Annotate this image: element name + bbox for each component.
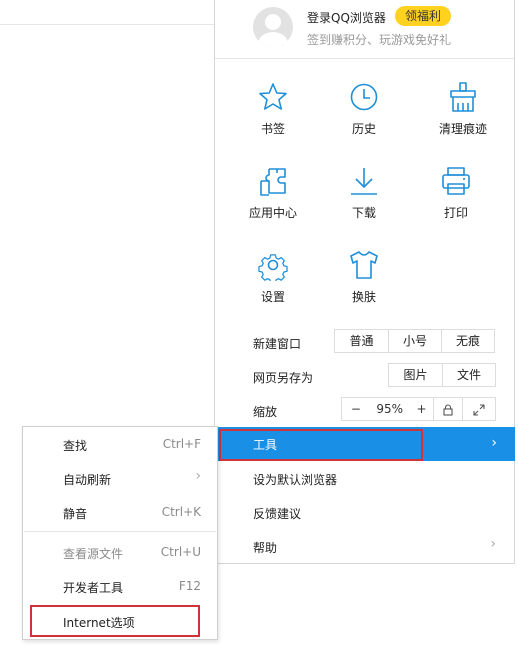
- annotation-highlight-box: [30, 605, 200, 637]
- history-label: 历史: [351, 122, 376, 136]
- print-button[interactable]: 打印: [416, 165, 496, 221]
- avatar[interactable]: [253, 7, 293, 47]
- chevron-right-icon: ›: [490, 536, 496, 552]
- settings-button[interactable]: 设置: [233, 249, 313, 305]
- submenu-item-find[interactable]: 查找: [63, 437, 87, 454]
- zoom-control: − 95% +: [341, 397, 496, 421]
- new-window-normal-button[interactable]: 普通: [335, 330, 388, 352]
- shortcut-find: Ctrl+F: [162, 437, 201, 451]
- shortcut-developer-tools: F12: [178, 579, 201, 593]
- skin-button[interactable]: 换肤: [324, 249, 404, 305]
- annotation-highlight-box: [219, 429, 423, 461]
- zoom-lock-button[interactable]: [433, 398, 462, 420]
- print-label: 打印: [443, 206, 468, 220]
- zoom-label: 缩放: [253, 405, 278, 419]
- submenu-divider: [24, 531, 216, 532]
- printer-icon: [442, 167, 470, 195]
- page-divider: [0, 24, 215, 25]
- history-button[interactable]: 历史: [324, 81, 404, 137]
- new-window-label: 新建窗口: [253, 337, 302, 351]
- settings-label: 设置: [260, 290, 285, 304]
- menu-item-default-browser[interactable]: 设为默认浏览器: [253, 471, 337, 488]
- welfare-badge-button[interactable]: 领福利: [395, 6, 452, 26]
- fullscreen-button[interactable]: [462, 398, 495, 420]
- puzzle-icon: [260, 168, 286, 196]
- shortcut-mute: Ctrl+K: [161, 505, 201, 519]
- gear-icon: [258, 254, 288, 281]
- chevron-right-icon: ›: [195, 468, 201, 484]
- tools-submenu: 查找 Ctrl+F 自动刷新 › 静音 Ctrl+K 查看源文件 Ctrl+U …: [22, 426, 218, 640]
- shortcut-view-source: Ctrl+U: [160, 545, 201, 559]
- clear-traces-button[interactable]: 清理痕迹: [423, 81, 503, 137]
- menu-item-feedback[interactable]: 反馈建议: [253, 505, 301, 522]
- login-link[interactable]: 登录QQ浏览器: [307, 9, 386, 26]
- menu-item-tools[interactable]: 工具 ›: [215, 427, 515, 461]
- save-as-image-button[interactable]: 图片: [389, 364, 442, 386]
- expand-icon: [473, 403, 485, 416]
- submenu-item-auto-refresh[interactable]: 自动刷新: [63, 471, 111, 488]
- user-header[interactable]: 登录QQ浏览器 领福利 签到赚积分、玩游戏免好礼: [215, 0, 514, 59]
- login-subtext: 签到赚积分、玩游戏免好礼: [307, 33, 452, 47]
- app-center-button[interactable]: 应用中心: [233, 165, 313, 221]
- clock-icon: [350, 83, 378, 111]
- submenu-item-mute[interactable]: 静音: [63, 505, 87, 522]
- save-as-file-button[interactable]: 文件: [442, 364, 495, 386]
- menu-item-help[interactable]: 帮助: [253, 539, 277, 556]
- clear-traces-label: 清理痕迹: [438, 122, 487, 136]
- shirt-icon: [350, 251, 378, 279]
- star-icon: [259, 83, 287, 110]
- chevron-right-icon: ›: [491, 435, 497, 451]
- lock-icon: [443, 403, 453, 416]
- save-page-label: 网页另存为: [253, 371, 314, 385]
- bookmarks-label: 书签: [260, 122, 285, 136]
- new-window-small-button[interactable]: 小号: [388, 330, 441, 352]
- bookmarks-button[interactable]: 书签: [233, 81, 313, 137]
- zoom-out-button[interactable]: −: [342, 398, 370, 420]
- download-label: 下载: [351, 206, 376, 220]
- browser-main-menu: 登录QQ浏览器 领福利 签到赚积分、玩游戏免好礼 书签 历史 清理痕迹 应用中心: [214, 0, 515, 564]
- skin-label: 换肤: [351, 290, 376, 304]
- zoom-value: 95%: [376, 402, 404, 416]
- download-button[interactable]: 下载: [324, 165, 404, 221]
- new-window-incognito-button[interactable]: 无痕: [441, 330, 494, 352]
- download-icon: [351, 168, 377, 195]
- submenu-item-developer-tools[interactable]: 开发者工具: [63, 579, 123, 596]
- save-page-options: 图片 文件: [388, 363, 496, 387]
- new-window-options: 普通 小号 无痕: [334, 329, 495, 353]
- broom-icon: [450, 82, 476, 112]
- app-center-label: 应用中心: [248, 206, 297, 220]
- zoom-in-button[interactable]: +: [410, 398, 434, 420]
- submenu-item-view-source[interactable]: 查看源文件: [63, 545, 123, 562]
